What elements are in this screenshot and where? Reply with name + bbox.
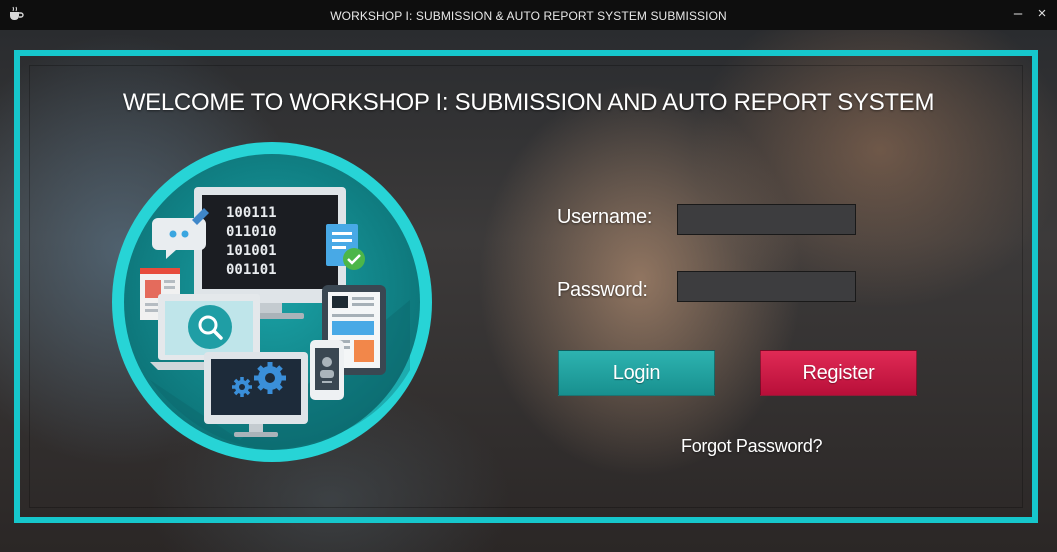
window-title: WORKSHOP I: SUBMISSION & AUTO REPORT SYS… xyxy=(330,9,727,23)
username-label: Username: xyxy=(557,206,653,228)
page-title: WELCOME TO WORKSHOP I: SUBMISSION AND AU… xyxy=(122,89,935,116)
magnifier-icon xyxy=(188,305,232,349)
binary-row: 011010 xyxy=(226,224,277,240)
minimize-button[interactable]: – xyxy=(1007,4,1029,24)
binary-row: 001101 xyxy=(226,262,277,278)
binary-row: 101001 xyxy=(226,243,277,259)
close-button[interactable]: × xyxy=(1031,4,1053,24)
phone-icon xyxy=(310,340,344,400)
username-input[interactable] xyxy=(677,204,856,235)
window-titlebar: WORKSHOP I: SUBMISSION & AUTO REPORT SYS… xyxy=(0,0,1057,30)
devices-illustration: 100111 011010 101001 001101 xyxy=(112,142,432,462)
forgot-password-link[interactable]: Forgot Password? xyxy=(681,436,823,457)
password-input[interactable] xyxy=(677,271,856,302)
password-label: Password: xyxy=(557,279,648,301)
binary-row: 100111 xyxy=(226,205,277,221)
register-button[interactable]: Register xyxy=(760,350,917,396)
login-button[interactable]: Login xyxy=(558,350,715,396)
